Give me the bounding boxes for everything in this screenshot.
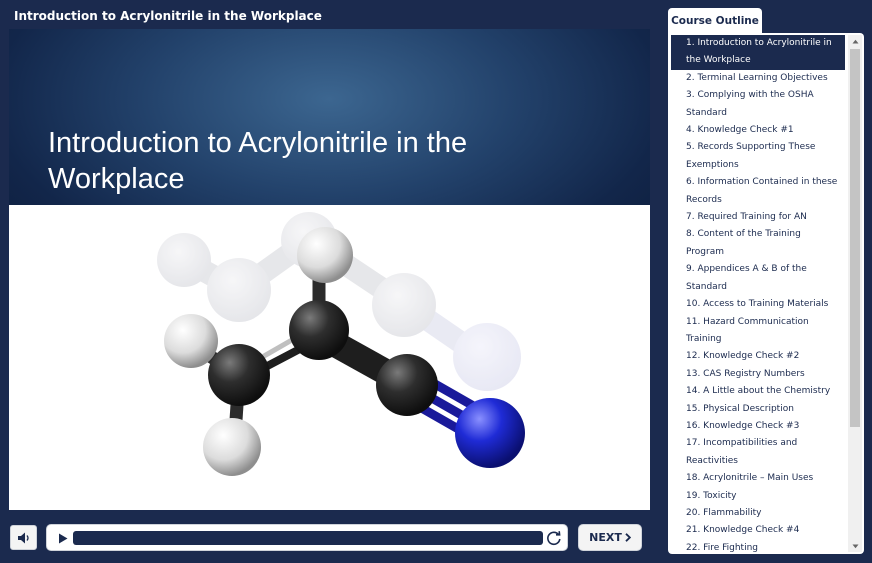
outline-scrollbar[interactable]	[848, 35, 862, 552]
acrylonitrile-molecule-image	[157, 212, 525, 476]
outline-item[interactable]: 22. Fire Fighting	[671, 540, 845, 554]
outline-item[interactable]: 15. Physical Description	[671, 401, 845, 418]
outline-item[interactable]: 19. Toxicity	[671, 488, 845, 505]
seek-bar[interactable]	[73, 531, 543, 545]
outline-item[interactable]: 11. Hazard Communication Training	[671, 314, 845, 349]
slide-banner: Introduction to Acrylonitrile in the Wor…	[9, 29, 650, 205]
slide-area: Introduction to Acrylonitrile in the Wor…	[9, 29, 650, 510]
speaker-icon	[17, 532, 29, 543]
scroll-thumb[interactable]	[850, 49, 860, 427]
outline-item[interactable]: 2. Terminal Learning Objectives	[671, 70, 845, 87]
volume-button[interactable]	[10, 525, 37, 550]
outline-item[interactable]: 10. Access to Training Materials	[671, 296, 845, 313]
next-button[interactable]: NEXT	[578, 524, 642, 551]
play-button[interactable]	[56, 531, 70, 545]
scroll-down-button[interactable]	[848, 540, 862, 552]
outline-item[interactable]: 20. Flammability	[671, 505, 845, 522]
course-title: Introduction to Acrylonitrile in the Wor…	[14, 9, 322, 23]
outline-item[interactable]: 8. Content of the Training Program	[671, 226, 845, 261]
slide-heading: Introduction to Acrylonitrile in the Wor…	[48, 127, 468, 195]
outline-item[interactable]: 12. Knowledge Check #2	[671, 348, 845, 365]
chevron-up-icon	[852, 39, 858, 43]
replay-icon[interactable]	[545, 529, 563, 547]
outline-item[interactable]: 17. Incompatibilities and Reactivities	[671, 435, 845, 470]
outline-item[interactable]: 7. Required Training for AN	[671, 209, 845, 226]
outline-item[interactable]: 16. Knowledge Check #3	[671, 418, 845, 435]
outline-item[interactable]: 14. A Little about the Chemistry	[671, 383, 845, 400]
chevron-down-icon	[852, 544, 858, 548]
outline-item[interactable]: 6. Information Contained in these Record…	[671, 174, 845, 209]
outline-item[interactable]: 21. Knowledge Check #4	[671, 522, 845, 539]
playback-bar	[46, 524, 568, 551]
player-controls: NEXT	[0, 520, 660, 556]
scroll-up-button[interactable]	[848, 35, 862, 47]
outline-item[interactable]: 18. Acrylonitrile – Main Uses	[671, 470, 845, 487]
outline-item[interactable]: 4. Knowledge Check #1	[671, 122, 845, 139]
outline-item[interactable]: 1. Introduction to Acrylonitrile in the …	[671, 35, 845, 70]
outline-item[interactable]: 13. CAS Registry Numbers	[671, 366, 845, 383]
outline-list: 1. Introduction to Acrylonitrile in the …	[671, 35, 845, 554]
outline-item[interactable]: 9. Appendices A & B of the Standard	[671, 261, 845, 296]
chevron-right-icon	[625, 533, 631, 542]
course-outline-panel: 1. Introduction to Acrylonitrile in the …	[668, 33, 864, 554]
outline-item[interactable]: 3. Complying with the OSHA Standard	[671, 87, 845, 122]
tab-course-outline[interactable]: Course Outline	[668, 8, 762, 33]
play-icon	[59, 533, 68, 543]
outline-item[interactable]: 5. Records Supporting These Exemptions	[671, 139, 845, 174]
next-button-label: NEXT	[589, 531, 622, 544]
